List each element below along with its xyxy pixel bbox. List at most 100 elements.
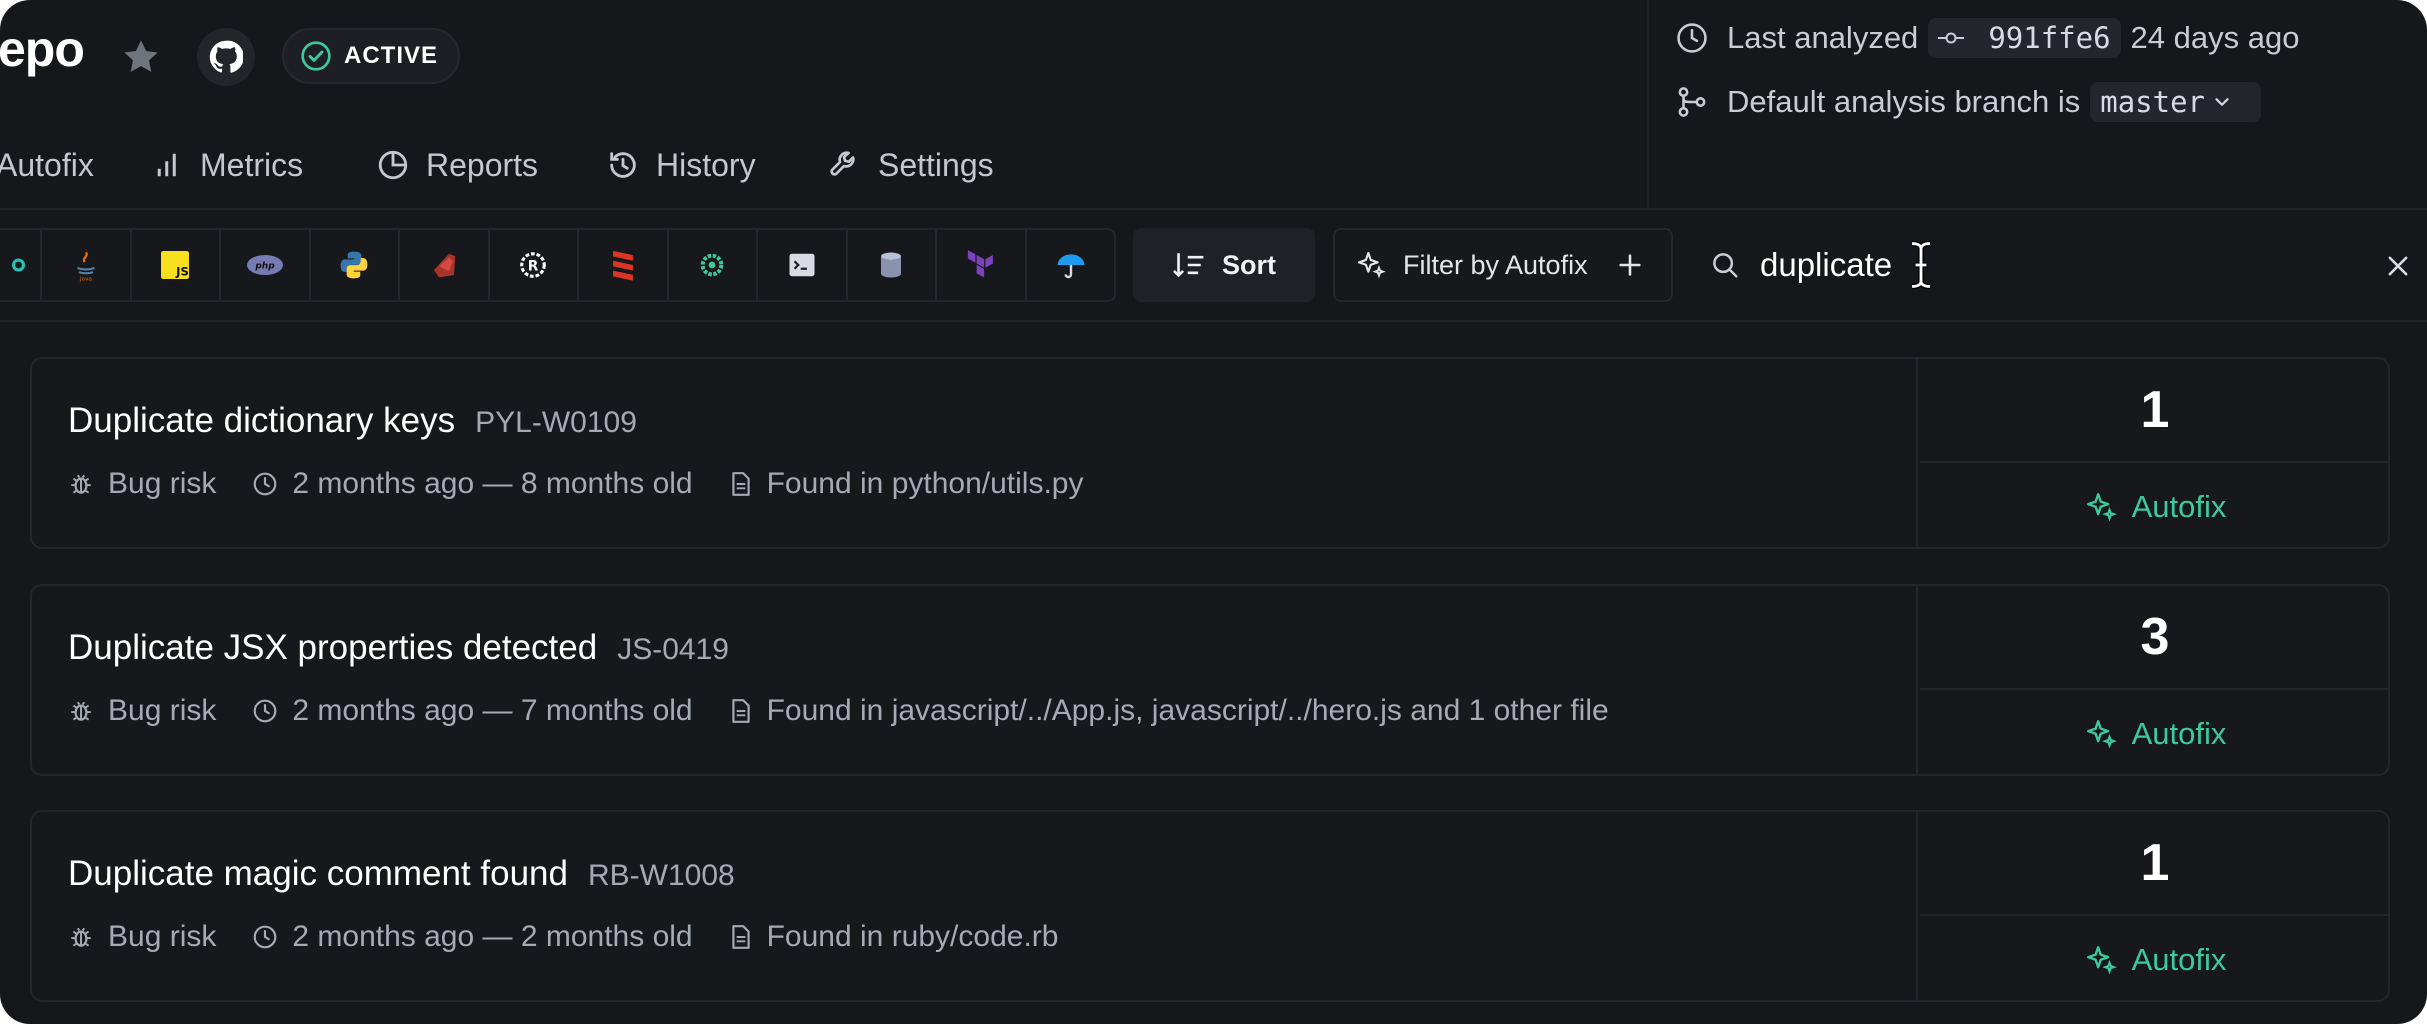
lang-javascript[interactable]: JS (132, 230, 221, 300)
issue-side: 1 Autofix (1920, 812, 2388, 1000)
issue-main: Duplicate JSX properties detected JS-041… (32, 586, 1918, 774)
issue-files: Found in ruby/code.rb (766, 920, 1059, 953)
issue-files: Found in javascript/../App.js, javascrip… (766, 694, 1609, 727)
tab-settings[interactable]: Settings (828, 130, 994, 200)
issue-age: 2 months ago — 7 months old (292, 694, 693, 727)
wrench-icon (830, 151, 855, 176)
issue-card[interactable]: Duplicate JSX properties detected JS-041… (30, 584, 2390, 776)
autofix-label: Autofix (2131, 716, 2227, 751)
svg-text:Java: Java (79, 277, 92, 282)
star-icon[interactable] (120, 36, 162, 78)
lang-python[interactable] (311, 230, 400, 300)
issue-title-row: Duplicate JSX properties detected JS-041… (68, 628, 729, 668)
settings-gear-icon (700, 253, 724, 277)
github-icon (209, 40, 243, 73)
issue-title[interactable]: Duplicate JSX properties detected (68, 628, 597, 668)
repo-title: epo (0, 21, 85, 77)
lang-shell[interactable] (758, 230, 848, 300)
lang-terraform[interactable] (937, 230, 1027, 300)
svg-text:R: R (528, 259, 539, 275)
lang-sql[interactable] (848, 230, 937, 300)
scala-icon (612, 250, 633, 281)
issue-card[interactable]: Duplicate magic comment found RB-W1008 B… (30, 810, 2390, 1002)
analysis-meta-panel: Last analyzed 991ffe6 24 days ago Defaul… (1647, 0, 2427, 210)
plus-icon (1618, 254, 1641, 276)
issue-category: Bug risk (108, 694, 217, 727)
commit-chip[interactable]: 991ffe6 (1928, 18, 2121, 58)
lang-umbrella[interactable] (1027, 230, 1115, 300)
lang-java[interactable]: Java (42, 230, 132, 300)
issue-card[interactable]: Duplicate dictionary keys PYL-W0109 Bug … (30, 357, 2390, 549)
toolbar-divider (0, 320, 2427, 322)
history-icon (610, 152, 636, 178)
issue-side: 3 Autofix (1920, 586, 2388, 774)
ruby-icon (433, 253, 455, 278)
issue-age: 2 months ago — 8 months old (292, 467, 693, 500)
status-badge: ACTIVE (282, 28, 461, 84)
issue-files: Found in python/utils.py (766, 467, 1084, 500)
tab-autofix[interactable]: Autofix (0, 130, 94, 200)
javascript-icon: JS (161, 251, 190, 279)
issue-code: RB-W1008 (587, 859, 735, 892)
tab-reports[interactable]: Reports (376, 130, 538, 200)
filter-autofix-button[interactable]: Filter by Autofix (1333, 228, 1673, 302)
terraform-icon (967, 250, 993, 278)
last-analyzed-label: Last analyzed (1727, 20, 1919, 55)
search-input[interactable] (1760, 242, 2320, 288)
issue-code: JS-0419 (617, 633, 729, 666)
tab-settings-label: Settings (878, 146, 994, 183)
autofix-button[interactable]: Autofix (1920, 918, 2388, 1000)
svg-text:php: php (254, 262, 275, 272)
sparkle-icon (2086, 493, 2117, 522)
terminal-icon (789, 253, 815, 277)
autofix-button[interactable]: Autofix (1920, 692, 2388, 774)
sort-button[interactable]: Sort (1133, 228, 1315, 302)
issue-meta: Bug risk 2 months ago — 7 months old Fou… (68, 694, 1645, 728)
lang-kotlin[interactable] (669, 230, 758, 300)
check-circle-icon (301, 41, 331, 71)
clock-icon (1677, 23, 1707, 53)
branch-name: master (2100, 85, 2205, 119)
branch-select[interactable]: master (2090, 82, 2261, 122)
chevron-down-icon (2215, 98, 2229, 106)
issue-title[interactable]: Duplicate dictionary keys (68, 401, 455, 441)
sort-icon (1173, 253, 1204, 278)
language-filter: Java JS php R (0, 228, 1116, 302)
clock-icon (254, 472, 277, 496)
sparkle-icon (1357, 251, 1386, 279)
svg-text:JS: JS (175, 265, 189, 279)
bug-icon (71, 474, 91, 494)
clock-icon (254, 699, 277, 723)
occurrence-count: 1 (1920, 359, 2388, 463)
app-frame: epo ACTIVE Last analyzed 991ffe6 24 days… (0, 0, 2427, 1024)
issue-meta: Bug risk 2 months ago — 2 months old Fou… (68, 920, 1094, 954)
go-icon (11, 258, 26, 272)
lang-rust[interactable]: R (490, 230, 579, 300)
issue-side: 1 Autofix (1920, 359, 2388, 547)
clear-search-button[interactable] (2384, 252, 2412, 280)
file-icon (731, 925, 750, 949)
github-button[interactable] (197, 28, 255, 86)
bug-icon (71, 701, 91, 721)
filter-label: Filter by Autofix (1403, 249, 1588, 280)
lang-ruby[interactable] (400, 230, 490, 300)
lang-go[interactable] (0, 230, 42, 300)
search-box (1690, 228, 2427, 302)
tab-reports-label: Reports (426, 146, 539, 183)
python-icon (340, 251, 368, 279)
lang-scala[interactable] (579, 230, 669, 300)
default-branch-row: Default analysis branch is master (1675, 82, 2271, 122)
commit-hash: 991ffe6 (1988, 21, 2111, 55)
umbrella-icon (1057, 254, 1085, 279)
lang-php[interactable]: php (221, 230, 311, 300)
occurrence-count: 3 (1920, 586, 2388, 690)
tab-metrics[interactable]: Metrics (154, 130, 303, 200)
last-analyzed-row: Last analyzed 991ffe6 24 days ago (1675, 18, 2299, 58)
bar-chart-icon (157, 153, 176, 177)
issue-category: Bug risk (108, 467, 217, 500)
issue-title[interactable]: Duplicate magic comment found (68, 854, 568, 894)
autofix-button[interactable]: Autofix (1920, 465, 2388, 547)
tab-history[interactable]: History (606, 130, 756, 200)
file-icon (731, 699, 750, 723)
occurrence-count: 1 (1920, 812, 2388, 916)
